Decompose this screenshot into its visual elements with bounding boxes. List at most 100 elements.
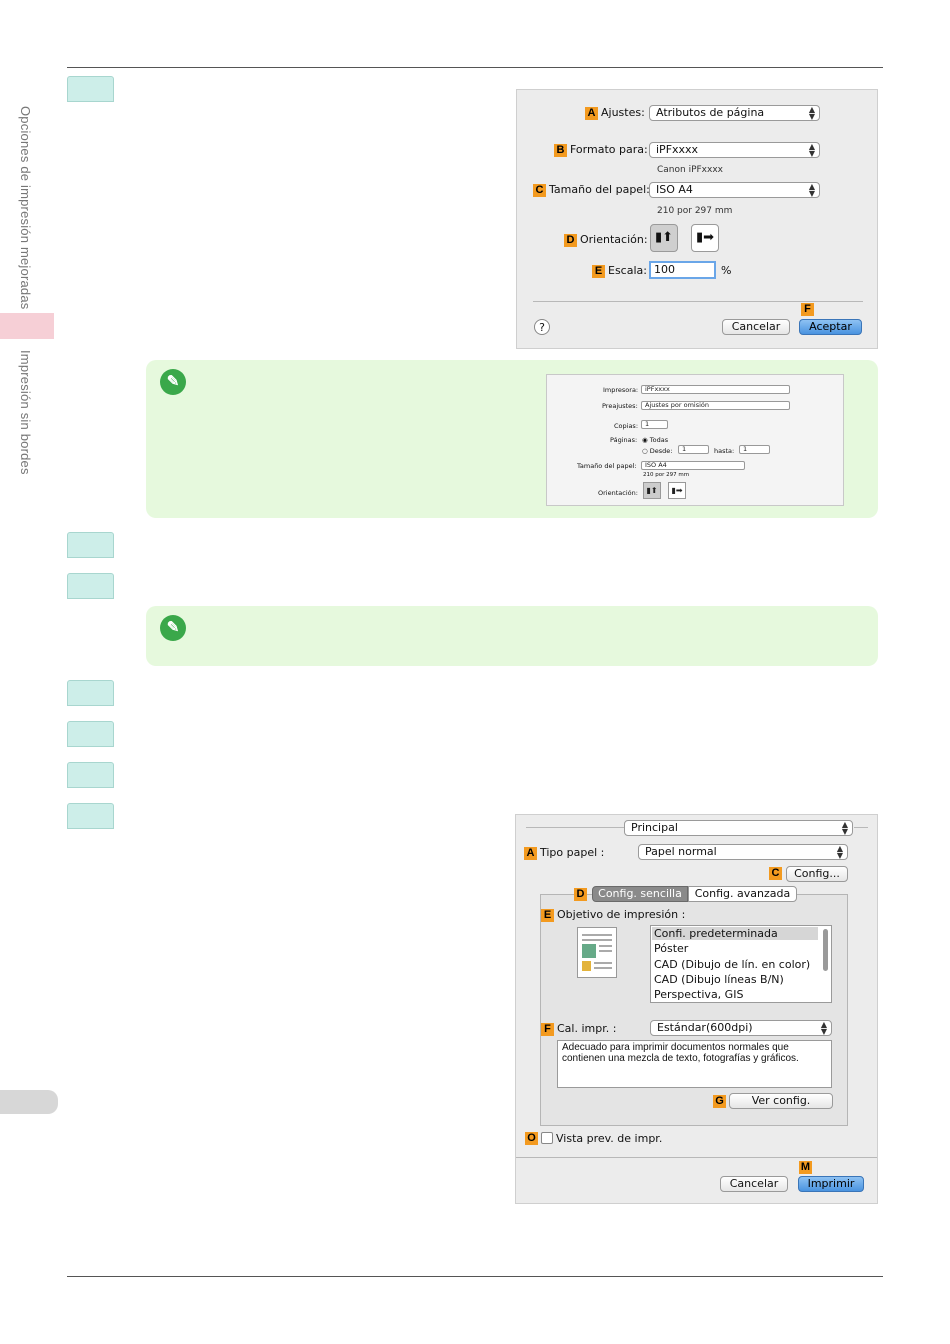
ver-config-button[interactable]: Ver config.: [729, 1093, 833, 1109]
copias-field: 1: [641, 420, 668, 429]
up-down-arrows-icon: ▲ ▼: [808, 142, 815, 158]
landscape-orientation-button[interactable]: ▮➡: [691, 224, 719, 252]
landscape-icon: ▮➡: [668, 482, 686, 499]
paginas-label: Páginas:: [610, 436, 638, 444]
up-down-arrows-icon: ▲ ▼: [808, 105, 815, 121]
note-box: ✎: [146, 606, 878, 666]
sidebar-page-tab: [0, 1090, 58, 1114]
config-button[interactable]: Config...: [786, 866, 848, 882]
badge-e: E: [592, 265, 605, 278]
top-rule: [67, 67, 883, 68]
portrait-icon: ▮⬆: [643, 482, 661, 499]
tamano-label: C Tamaño del papel:: [533, 183, 650, 197]
preajustes-label: Preajustes:: [602, 402, 638, 410]
list-item[interactable]: CAD (Dibujo de lín. en color): [654, 958, 810, 971]
ok-button[interactable]: Aceptar: [799, 319, 862, 335]
badge-d: D: [564, 234, 577, 247]
step-marker: [67, 721, 114, 747]
badge-b: B: [554, 144, 567, 157]
pencil-note-icon: ✎: [160, 369, 186, 395]
hasta-field: 1: [739, 445, 770, 454]
step-marker: [67, 680, 114, 706]
landscape-icon: ▮➡: [696, 230, 715, 245]
badge-g: G: [713, 1095, 726, 1108]
separator: [516, 1157, 877, 1158]
cal-impr-label: F Cal. impr. :: [541, 1022, 616, 1036]
formato-popup[interactable]: iPFxxxx ▲ ▼: [649, 142, 820, 158]
badge-a: A: [585, 107, 598, 120]
escala-input[interactable]: 100: [649, 261, 716, 279]
tamano-subtext: 210 por 297 mm: [657, 206, 733, 216]
scrollbar[interactable]: [823, 929, 828, 971]
cal-impr-popup[interactable]: Estándar(600dpi) ▲ ▼: [650, 1020, 832, 1036]
principal-popup[interactable]: Principal ▲ ▼: [624, 820, 853, 836]
description-text: Adecuado para imprimir documentos normal…: [557, 1040, 832, 1088]
separator: [854, 827, 868, 828]
print-button[interactable]: Imprimir: [798, 1176, 864, 1192]
step-marker: [67, 803, 114, 829]
tipo-papel-popup[interactable]: Papel normal ▲ ▼: [638, 844, 848, 860]
badge-o: O: [525, 1132, 538, 1145]
badge-c: C: [769, 867, 782, 880]
objetivo-list[interactable]: Confi. predeterminada Póster CAD (Dibujo…: [650, 925, 832, 1003]
badge-m: M: [799, 1161, 812, 1174]
up-down-arrows-icon: ▲ ▼: [808, 182, 815, 198]
sidebar-text-bottom: Impresión sin bordes: [18, 350, 33, 475]
objetivo-label: E Objetivo de impresión :: [541, 908, 685, 922]
badge-f: F: [541, 1023, 554, 1036]
tab-config-avanzada[interactable]: Config. avanzada: [688, 886, 797, 902]
up-down-arrows-icon: ▲ ▼: [836, 844, 843, 860]
ajustes-popup[interactable]: Atributos de página ▲ ▼: [649, 105, 820, 121]
print-dialog-thumbnail: Impresora: iPFxxxx Preajustes: Ajustes p…: [546, 374, 844, 506]
tipo-papel-label: A Tipo papel :: [524, 846, 604, 860]
desde-radio: ○ Desde:: [642, 447, 673, 455]
hasta-label: hasta:: [714, 447, 735, 455]
badge-c: C: [533, 184, 546, 197]
ajustes-label: A Ajustes:: [585, 106, 645, 120]
up-down-arrows-icon: ▲ ▼: [820, 1020, 827, 1036]
portrait-icon: ▮⬆: [655, 230, 674, 245]
print-main-dialog: Principal ▲ ▼ A Tipo papel : Papel normal ▲ ▼…: [515, 814, 878, 1204]
formato-label: B Formato para:: [554, 143, 648, 157]
list-item[interactable]: Perspectiva, GIS: [654, 988, 743, 1001]
tamano-popup: ISO A4: [641, 461, 745, 470]
tamano-popup[interactable]: ISO A4 ▲ ▼: [649, 182, 820, 198]
list-item[interactable]: Póster: [654, 942, 688, 955]
sidebar-active-marker: [0, 313, 54, 339]
document-preview-icon: [577, 927, 617, 978]
list-item[interactable]: Confi. predeterminada: [654, 927, 778, 940]
step-marker: [67, 76, 114, 102]
up-down-arrows-icon: ▲ ▼: [841, 820, 848, 836]
cancel-button[interactable]: Cancelar: [720, 1176, 788, 1192]
badge-e: E: [541, 909, 554, 922]
badge-a: A: [524, 847, 537, 860]
portrait-orientation-button[interactable]: ▮⬆: [650, 224, 678, 252]
bottom-rule: [67, 1276, 883, 1277]
tamano-label: Tamaño del papel:: [577, 462, 637, 470]
copias-label: Copias:: [614, 422, 639, 430]
impresora-popup: iPFxxxx: [641, 385, 790, 394]
step-marker: [67, 573, 114, 599]
orientacion-label: Orientación:: [598, 489, 638, 497]
step-marker: [67, 762, 114, 788]
step-marker: [67, 532, 114, 558]
separator: [533, 301, 863, 302]
orientacion-label: D Orientación:: [564, 233, 648, 247]
tab-config-sencilla[interactable]: Config. sencilla: [592, 886, 688, 902]
page-setup-dialog: A Ajustes: Atributos de página ▲ ▼ B Formato…: [516, 89, 878, 349]
vista-prev-checkbox[interactable]: [541, 1132, 553, 1144]
help-button[interactable]: ?: [534, 319, 550, 335]
formato-subtext: Canon iPFxxxx: [657, 165, 723, 175]
desde-field: 1: [678, 445, 709, 454]
separator: [526, 827, 628, 828]
tamano-subtext: 210 por 297 mm: [643, 472, 690, 478]
list-item[interactable]: CAD (Dibujo líneas B/N): [654, 973, 784, 986]
escala-unit: %: [721, 264, 732, 277]
preajustes-popup: Ajustes por omisión: [641, 401, 790, 410]
cancel-button[interactable]: Cancelar: [722, 319, 790, 335]
sidebar-text-top: Opciones de impresión mejoradas: [18, 106, 33, 310]
todas-radio: ◉ Todas: [642, 436, 669, 444]
vista-prev-label: Vista prev. de impr.: [556, 1132, 663, 1145]
badge-d: D: [574, 888, 587, 901]
badge-f: F: [801, 303, 814, 316]
